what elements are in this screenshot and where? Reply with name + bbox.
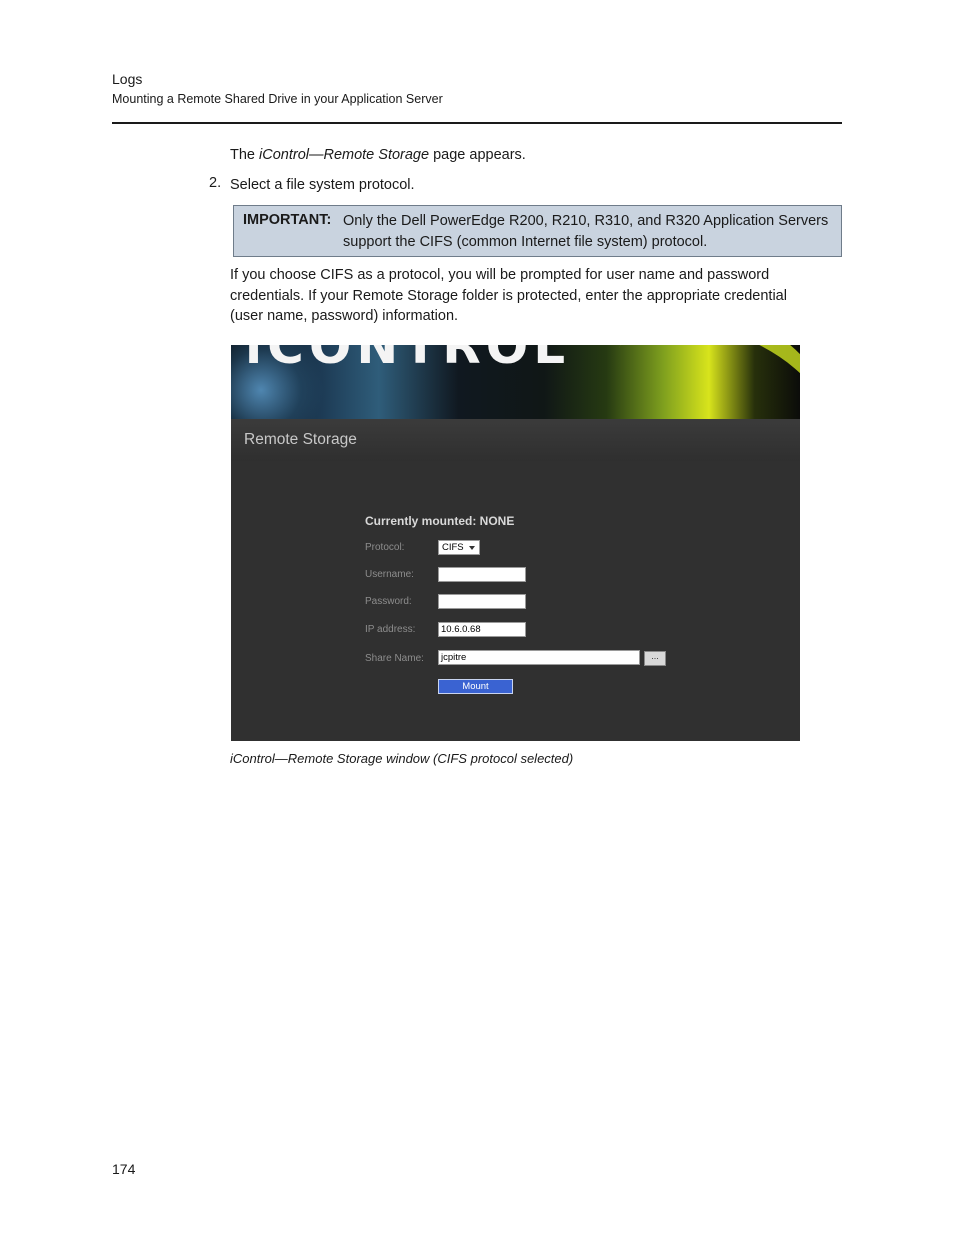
running-header-subtitle: Mounting a Remote Shared Drive in your A…: [112, 92, 443, 106]
cifs-paragraph: If you choose CIFS as a protocol, you wi…: [230, 265, 842, 327]
mount-button[interactable]: Mount: [438, 679, 513, 694]
username-label: Username:: [365, 569, 414, 580]
cifs-paragraph-line: credentials. If your Remote Storage fold…: [230, 287, 787, 304]
important-label: IMPORTANT:: [243, 212, 332, 228]
username-field[interactable]: [438, 567, 526, 582]
figure-caption: iControl—Remote Storage window (CIFS pro…: [230, 751, 574, 766]
protocol-label: Protocol:: [365, 542, 405, 553]
ip-address-field[interactable]: 10.6.0.68: [438, 622, 526, 637]
remote-storage-screenshot: iCONTROL Remote Storage Currently mounte…: [231, 345, 800, 741]
chevron-down-icon: [469, 546, 475, 550]
ip-address-label: IP address:: [365, 624, 416, 635]
protocol-select[interactable]: CIFS: [438, 540, 480, 555]
share-name-label: Share Name:: [365, 653, 424, 664]
cifs-paragraph-line: If you choose CIFS as a protocol, you wi…: [230, 267, 770, 283]
intro-window-title: iControl—Remote Storage: [259, 147, 430, 163]
protocol-value: CIFS: [442, 542, 464, 553]
banner-swoosh: [591, 345, 800, 419]
intro-prefix: The: [230, 147, 260, 163]
intro-suffix: page appears.: [429, 147, 526, 163]
step-number: 2.: [209, 175, 222, 191]
currently-mounted-status: Currently mounted: NONE: [365, 514, 515, 528]
header-rule: [112, 122, 842, 124]
browse-button[interactable]: ...: [644, 651, 666, 666]
password-label: Password:: [365, 596, 412, 607]
running-header-section: Logs: [112, 71, 143, 87]
password-field[interactable]: [438, 594, 526, 609]
step-text: Select a file system protocol.: [230, 177, 415, 193]
page-number: 174: [112, 1161, 136, 1177]
icontrol-banner: iCONTROL: [231, 345, 800, 419]
important-text: Only the Dell PowerEdge R200, R210, R310…: [343, 213, 829, 250]
cifs-paragraph-line: (user name, password) information.: [230, 308, 459, 324]
important-note: IMPORTANT: Only the Dell PowerEdge R200,…: [233, 205, 842, 257]
intro-paragraph: The iControl—Remote Storage page appears…: [230, 145, 526, 166]
remote-storage-title: Remote Storage: [244, 431, 357, 448]
share-name-field[interactable]: jcpitre: [438, 650, 640, 665]
icontrol-logo: iCONTROL: [245, 345, 571, 375]
